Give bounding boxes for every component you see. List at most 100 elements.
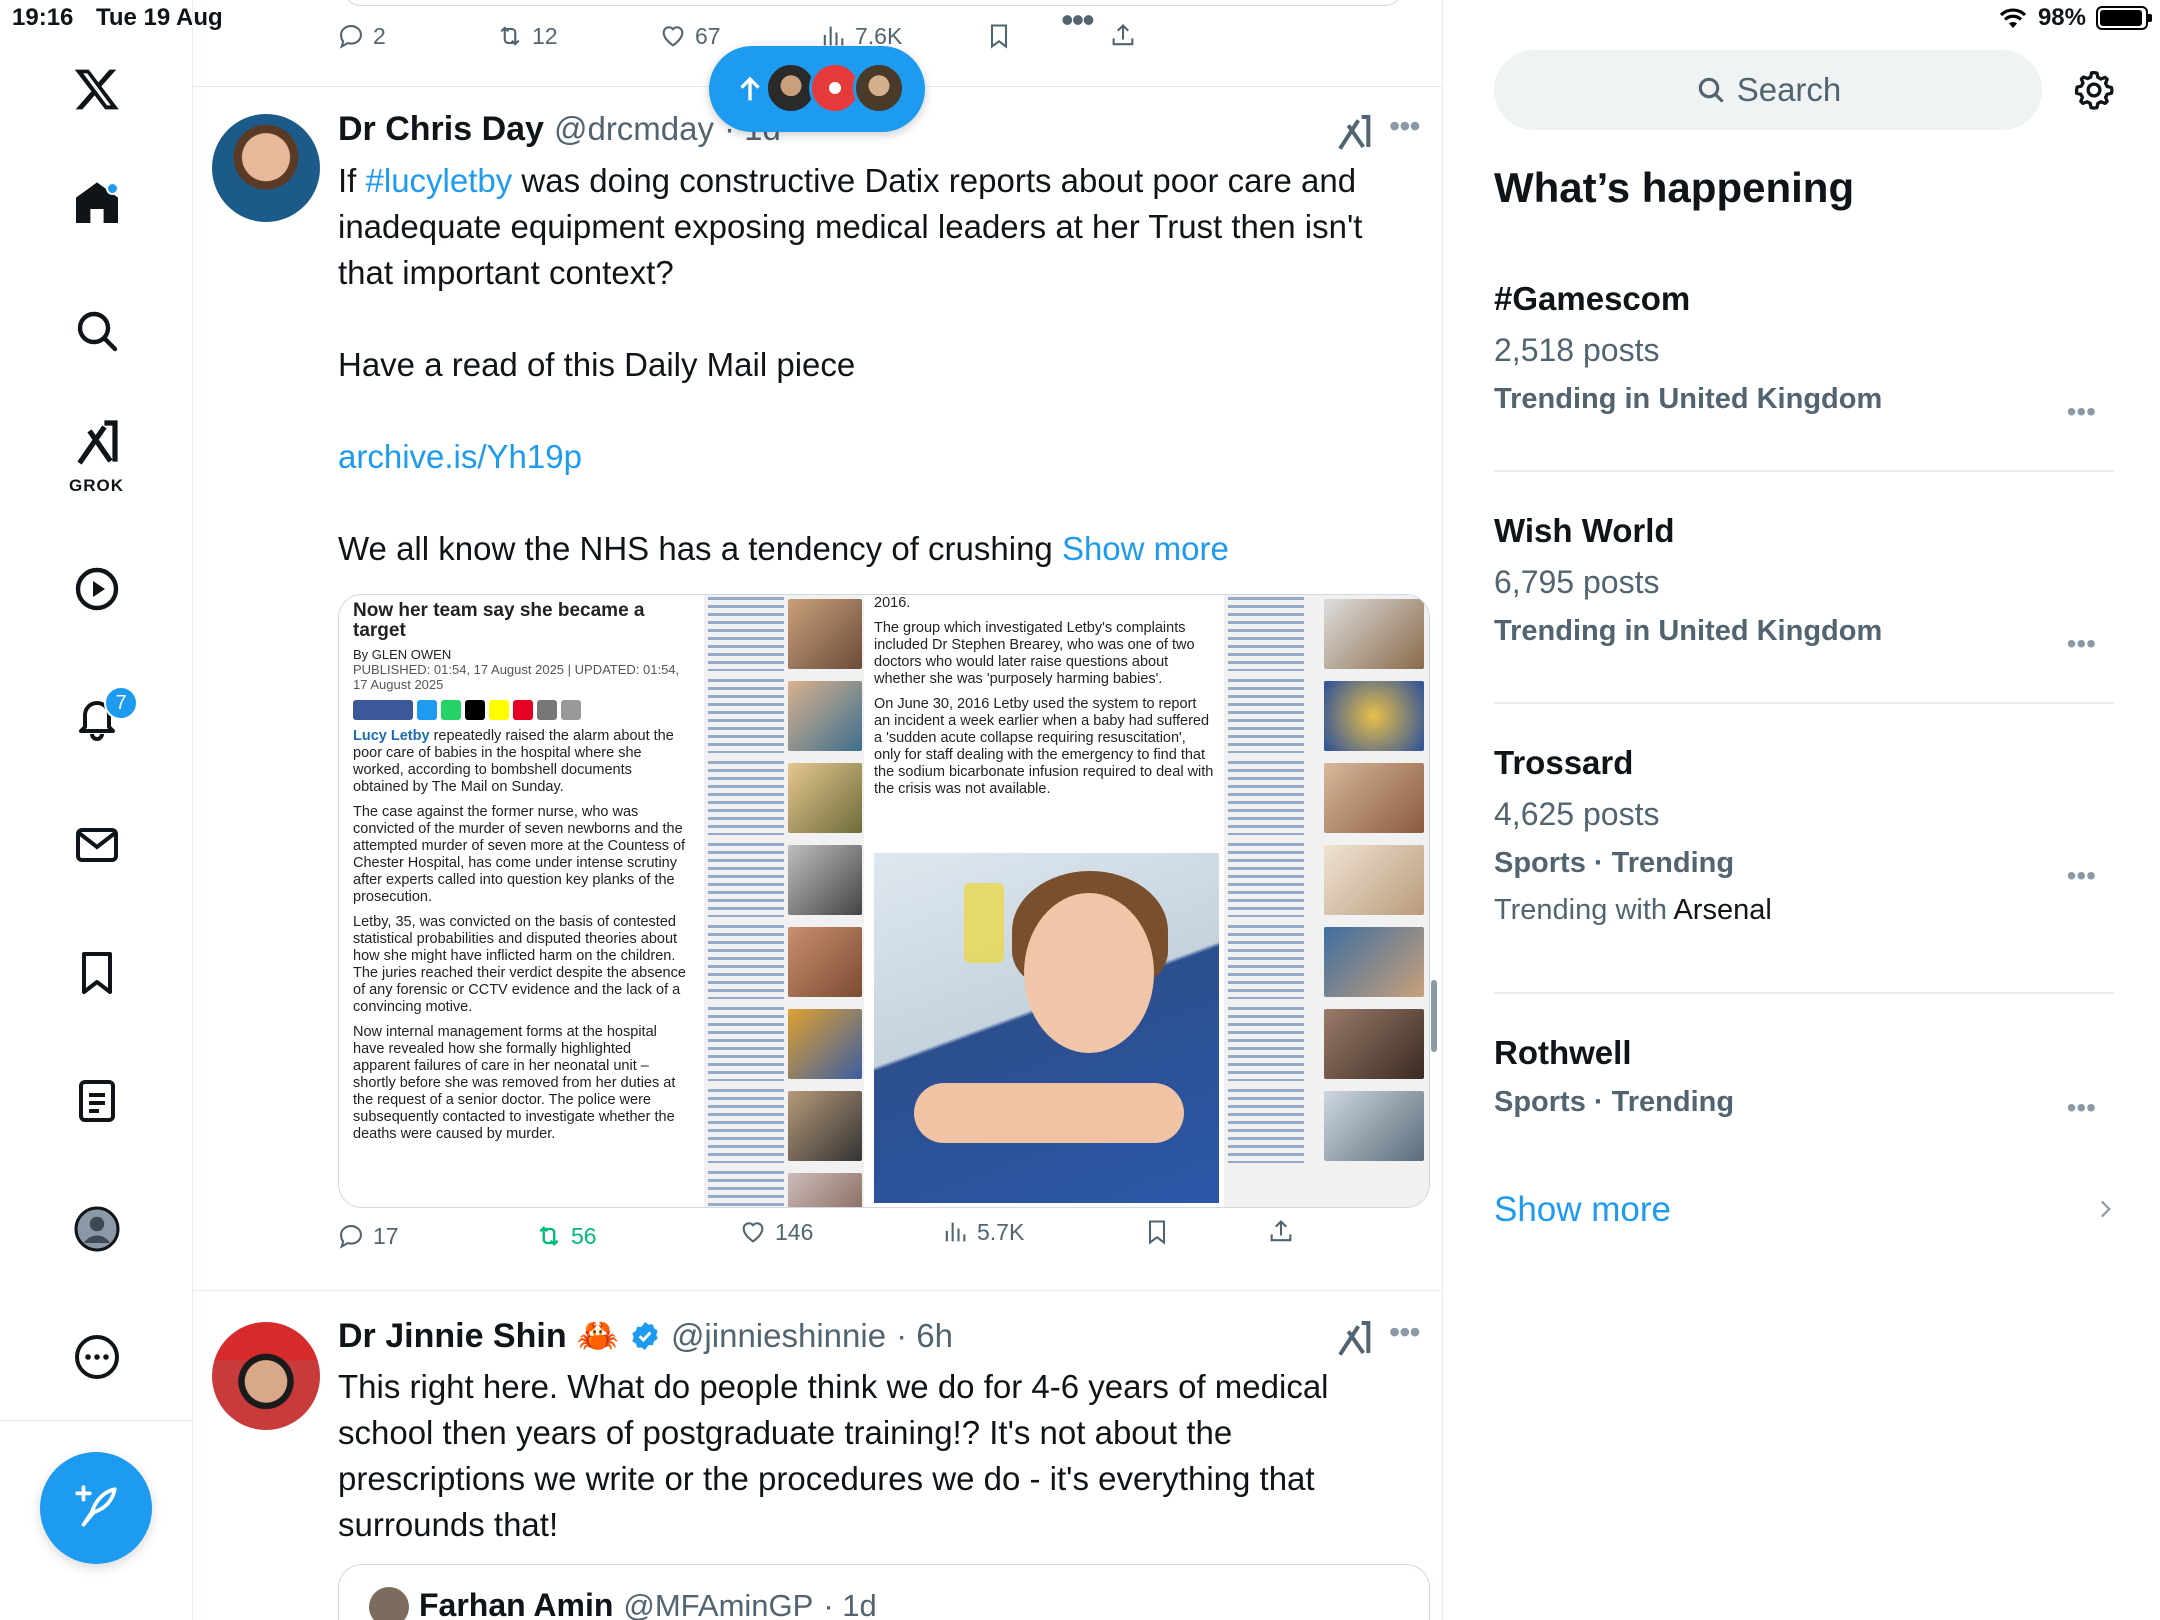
grok-label: GROK (69, 476, 124, 495)
compose-feather-icon (75, 1485, 117, 1527)
trend-more-button[interactable]: ••• (2067, 1092, 2096, 1124)
author-handle[interactable]: @jinnieshinnie (671, 1317, 886, 1355)
author-handle[interactable]: @drcmday (554, 110, 714, 148)
tweet-media-screenshot[interactable]: Now her team say she became a target By … (338, 594, 1430, 1208)
quoted-tweet[interactable]: Farhan Amin @MFAminGP · 1d (338, 1564, 1430, 1620)
trend-posts: 6,795 posts (1494, 564, 1660, 600)
hashtag-link[interactable]: #lucyletby (366, 162, 513, 199)
nav-video[interactable] (0, 544, 193, 634)
tweet-more-button[interactable]: ••• (1389, 108, 1421, 145)
author-name[interactable]: Dr Jinnie Shin (338, 1317, 567, 1356)
media-sidebar-left (704, 595, 864, 1207)
chevron-right-icon (2100, 1200, 2111, 1218)
bookmark-button[interactable] (985, 22, 1013, 50)
tweet-header: Dr Chris Day @drcmday · 1d (338, 110, 781, 149)
grok-explain-icon[interactable] (1335, 1318, 1375, 1358)
trend-item[interactable]: #Gamescom 2,518 posts Trending in United… (1494, 280, 2114, 427)
crab-emoji: 🦀 (576, 1317, 619, 1355)
like-button[interactable]: 67 (659, 22, 721, 50)
media-photo (874, 853, 1219, 1203)
quote-time: · 1d (823, 1588, 877, 1620)
tweet-actions: 17 56 146 5.7K (193, 1219, 1442, 1262)
share-button[interactable] (1267, 1218, 1295, 1246)
bookmark-button[interactable] (1143, 1218, 1171, 1246)
like-button[interactable]: 146 (739, 1218, 813, 1246)
search-placeholder: Search (1736, 71, 1842, 108)
tweet-paragraph: We all know the NHS has a tendency of cr… (338, 526, 1418, 572)
trend-title: Wish World (1494, 512, 1675, 549)
verified-badge-icon[interactable] (629, 1320, 661, 1352)
trend-more-button[interactable]: ••• (2067, 860, 2096, 892)
media-paragraph: The case against the former nurse, who w… (353, 804, 686, 905)
share-icon (1112, 24, 1134, 46)
list-icon (78, 1080, 115, 1122)
share-icon (1270, 1220, 1292, 1242)
reply-button[interactable]: 17 (337, 1222, 399, 1250)
views-count: 5.7K (977, 1218, 1025, 1245)
trend-posts: 4,625 posts (1494, 796, 1660, 832)
repost-button[interactable]: 12 (496, 22, 558, 50)
nav-grok[interactable] (0, 406, 193, 476)
share-button[interactable] (1109, 22, 1137, 50)
views-icon (945, 1222, 966, 1242)
nav-home[interactable] (0, 158, 193, 248)
tweet-paragraph: archive.is/Yh19p (338, 434, 1418, 480)
new-posts-button[interactable] (709, 46, 925, 132)
trend-title: #Gamescom (1494, 280, 1691, 317)
x-logo-icon (74, 69, 119, 110)
trend-separator (1494, 992, 2114, 994)
reply-icon (339, 25, 362, 49)
bookmark-icon (990, 24, 1008, 49)
media-byline: By GLEN OWEN (353, 647, 452, 662)
nav-more[interactable] (0, 1312, 193, 1402)
show-more-trends-link[interactable]: Show more (1494, 1190, 1671, 1230)
trend-more-button[interactable]: ••• (2067, 396, 2096, 428)
gear-icon[interactable] (2072, 68, 2116, 112)
media-paragraph: Now internal management forms at the hos… (353, 1024, 676, 1142)
views-button[interactable]: 5.7K (941, 1218, 1024, 1246)
tweet-separator (193, 1290, 1442, 1291)
grok-explain-icon[interactable] (1335, 112, 1375, 152)
more-icon (74, 1335, 119, 1379)
tweet-text-part: If (338, 162, 366, 199)
reply-button[interactable]: 2 (337, 22, 386, 50)
nav-lists[interactable] (0, 1056, 193, 1146)
trend-item[interactable]: Wish World 6,795 posts Trending in Unite… (1494, 512, 2114, 659)
nav-bookmarks[interactable] (0, 928, 193, 1018)
media-paragraph: The group which investigated Letby's com… (874, 620, 1195, 687)
timeline-scrollbar[interactable] (1431, 980, 1437, 1052)
avatar-dr-jinnie-shin[interactable] (212, 1322, 320, 1430)
trend-item[interactable]: Trossard 4,625 posts Sports · Trending T… (1494, 744, 2114, 927)
tweet-header: Dr Jinnie Shin 🦀 @jinnieshinnie · 6h (338, 1316, 953, 1356)
repost-icon (500, 26, 520, 46)
tweet-body: This right here. What do people think we… (338, 1368, 1329, 1543)
trend-separator (1494, 702, 2114, 704)
external-link[interactable]: archive.is/Yh19p (338, 438, 582, 475)
reply-count: 2 (373, 22, 386, 49)
repost-button-active[interactable]: 56 (535, 1222, 597, 1250)
right-sidebar: Search What’s happening #Gamescom 2,518 … (1444, 0, 2160, 1620)
arrow-up-icon (740, 76, 760, 101)
show-more-link[interactable]: Show more (1062, 530, 1229, 567)
nav-notifications[interactable]: 7 (0, 672, 193, 762)
media-article-column-2: 2016. The group which investigated Letby… (864, 595, 1224, 1207)
nav-search[interactable] (0, 286, 193, 376)
nav-messages[interactable] (0, 800, 193, 890)
tweet-time[interactable]: · 6h (896, 1317, 953, 1355)
trend-related: Trending with Arsenal (1494, 894, 2114, 927)
author-name[interactable]: Dr Chris Day (338, 110, 544, 149)
grok-icon (76, 420, 118, 465)
trend-separator (1494, 470, 2114, 472)
trend-more-button[interactable]: ••• (2067, 628, 2096, 660)
media-headline: Now her team say she became a target (353, 600, 645, 641)
like-count: 67 (695, 22, 721, 49)
media-paragraph: 2016. (874, 595, 911, 611)
x-logo[interactable] (0, 44, 193, 134)
nav-profile[interactable] (0, 1184, 193, 1274)
media-name: Lucy Letby (353, 728, 430, 744)
search-input[interactable]: Search (1494, 50, 2042, 130)
trend-item[interactable]: Rothwell Sports · Trending ••• (1494, 1034, 2114, 1123)
compose-button[interactable] (40, 1452, 152, 1564)
avatar-dr-chris-day[interactable] (212, 114, 320, 222)
tweet-more-button[interactable]: ••• (1389, 1314, 1421, 1351)
